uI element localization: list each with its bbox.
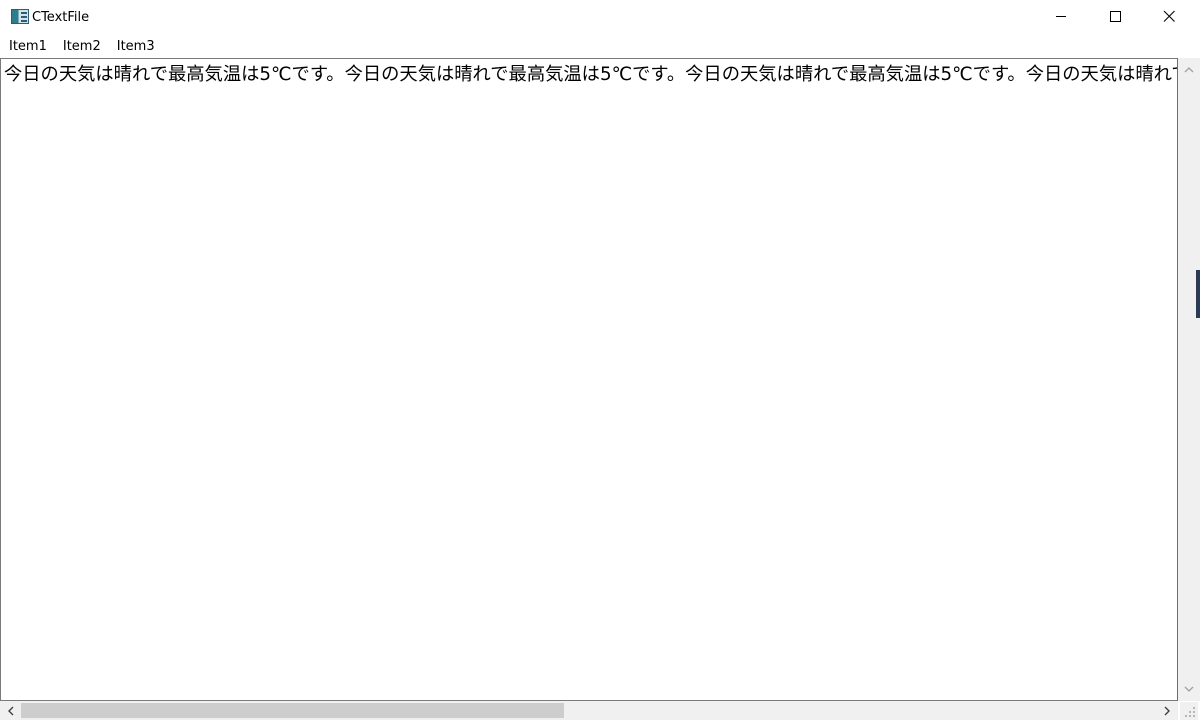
chevron-down-icon [1184,686,1194,692]
scroll-down-button[interactable] [1182,682,1196,696]
background-window-edge [1196,270,1200,318]
menu-bar: Item1 Item2 Item3 [0,36,1200,58]
resize-grip-icon [1185,707,1195,717]
menu-item-item3[interactable]: Item3 [109,36,163,58]
chevron-left-icon [7,706,13,715]
minimize-button[interactable] [1038,0,1084,32]
chevron-up-icon [1184,66,1194,72]
vertical-scrollbar[interactable] [1178,58,1200,701]
horizontal-scroll-thumb[interactable] [21,703,564,718]
chevron-right-icon [1164,706,1170,715]
scroll-left-button[interactable] [2,703,18,718]
minimize-icon [1056,16,1066,17]
title-bar[interactable]: CTextFile [0,0,1200,34]
editor-text: 今日の天気は晴れで最高気温は5℃です。今日の天気は晴れで最高気温は5℃です。今日… [4,64,1178,85]
menu-item-item2[interactable]: Item2 [55,36,109,58]
app-window-icon [11,9,29,24]
close-icon [1163,10,1175,22]
maximize-icon [1110,11,1121,22]
maximize-button[interactable] [1092,0,1138,32]
scroll-right-button[interactable] [1159,703,1175,718]
text-editor[interactable]: 今日の天気は晴れで最高気温は5℃です。今日の天気は晴れで最高気温は5℃です。今日… [0,58,1178,701]
scroll-up-button[interactable] [1182,62,1196,76]
close-button[interactable] [1146,0,1192,32]
size-grip[interactable] [1180,702,1198,720]
window-title: CTextFile [32,10,90,25]
app-window: CTextFile Item1 Item2 Item3 今日の天気は晴れで最高気… [0,0,1200,720]
menu-item-item1[interactable]: Item1 [0,36,55,58]
